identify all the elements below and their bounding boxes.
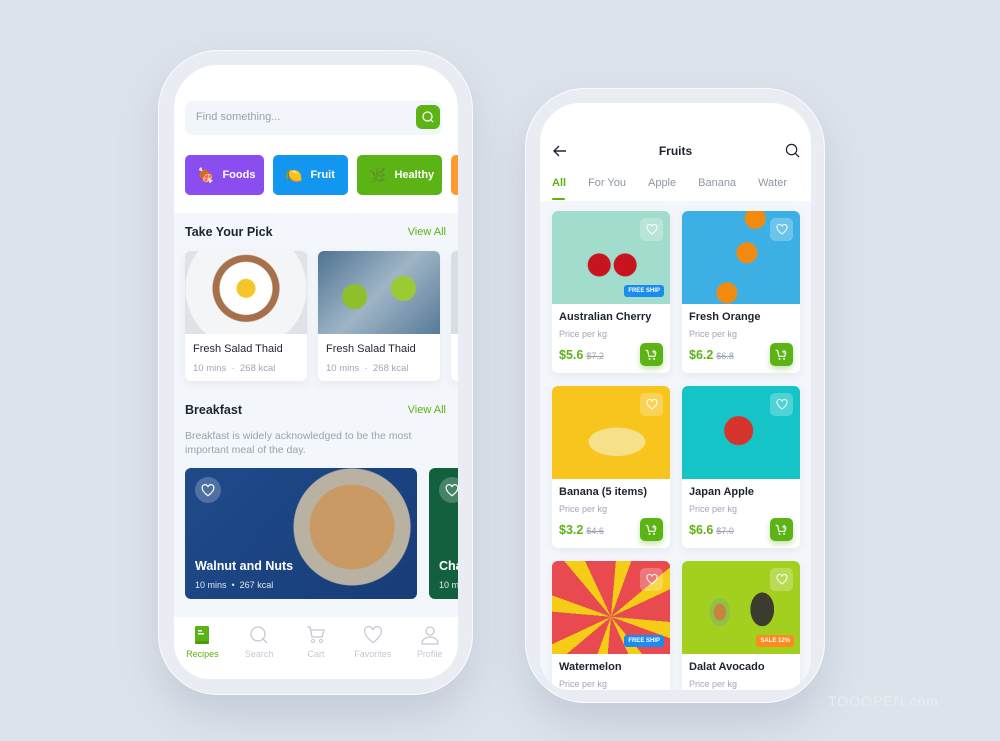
recipe-card-partial[interactable] bbox=[451, 251, 458, 381]
favorite-button[interactable] bbox=[770, 393, 793, 416]
favorite-button[interactable] bbox=[640, 218, 663, 241]
breakfast-card[interactable]: Walnut and Nuts 10 mins • 267 kcal bbox=[185, 468, 417, 599]
product-image: SALE 12% bbox=[682, 561, 800, 654]
view-all-link[interactable]: View All bbox=[408, 404, 446, 416]
search-icon bbox=[250, 626, 268, 644]
heart-icon bbox=[775, 399, 788, 410]
page-title: Fruits bbox=[658, 144, 693, 158]
cart-add-icon bbox=[645, 524, 657, 535]
favorite-button[interactable] bbox=[195, 477, 221, 503]
product-image bbox=[552, 386, 670, 479]
heart-icon bbox=[775, 224, 788, 235]
add-to-cart-button[interactable] bbox=[640, 518, 663, 541]
search-input[interactable]: Find something... bbox=[185, 101, 442, 135]
search-placeholder: Find something... bbox=[196, 111, 281, 123]
header: Fruits All For You Apple Banana Water bbox=[540, 103, 811, 201]
section-title-breakfast: Breakfast bbox=[185, 403, 242, 417]
category-foods[interactable]: 🍖 Foods bbox=[185, 155, 264, 195]
section-title-take-your-pick: Take Your Pick bbox=[185, 225, 273, 239]
tab-banana[interactable]: Banana bbox=[698, 177, 736, 189]
category-more[interactable] bbox=[451, 155, 458, 195]
tab-profile[interactable]: Profile bbox=[404, 625, 456, 679]
product-card[interactable]: Japan Apple Price per kg $6.6 $7.0 bbox=[682, 386, 800, 548]
breakfast-card[interactable]: Cha 10 m bbox=[429, 468, 458, 599]
product-card[interactable]: Banana (5 items) Price per kg $3.2 $4.6 bbox=[552, 386, 670, 548]
bottom-tab-bar: Recipes Search Cart Favorites Profile bbox=[174, 617, 458, 679]
meat-icon: 🍖 bbox=[197, 166, 215, 183]
tab-apple[interactable]: Apple bbox=[648, 177, 676, 189]
recipe-card[interactable]: Fresh Salad Thaid 10 mins · 268 kcal bbox=[185, 251, 307, 381]
heart-icon bbox=[645, 574, 658, 585]
favorite-button[interactable] bbox=[640, 393, 663, 416]
heart-icon bbox=[363, 626, 382, 644]
breakfast-description: Breakfast is widely acknowledged to be t… bbox=[185, 430, 412, 456]
category-fruit[interactable]: 🍋 Fruit bbox=[273, 155, 348, 195]
favorite-button[interactable] bbox=[439, 477, 458, 503]
category-chips: 🍖 Foods 🍋 Fruit 🌿 Healthy bbox=[185, 155, 458, 195]
product-card[interactable]: Fresh Orange Price per kg $6.2 $6.8 bbox=[682, 211, 800, 373]
product-image: FREE SHIP bbox=[552, 561, 670, 654]
product-image bbox=[682, 211, 800, 304]
book-icon bbox=[195, 626, 210, 644]
tab-all[interactable]: All bbox=[552, 177, 566, 200]
product-card[interactable]: SALE 12% Dalat Avocado Price per kg bbox=[682, 561, 800, 690]
recipes-screen: Find something... 🍖 Foods 🍋 Fruit 🌿 Healthy… bbox=[174, 65, 458, 679]
cart-icon bbox=[306, 626, 325, 643]
search-icon[interactable] bbox=[785, 143, 800, 158]
product-card[interactable]: FREE SHIP Watermelon Price per kg bbox=[552, 561, 670, 690]
watermark: TOOOPEN.com bbox=[828, 693, 940, 709]
free-ship-badge: FREE SHIP bbox=[624, 285, 664, 297]
herb-icon: 🌿 bbox=[369, 166, 387, 183]
tab-search[interactable]: Search bbox=[233, 625, 285, 679]
cart-add-icon bbox=[645, 349, 657, 360]
tab-favorites[interactable]: Favorites bbox=[347, 625, 399, 679]
favorite-button[interactable] bbox=[770, 568, 793, 591]
product-image bbox=[682, 386, 800, 479]
heart-icon bbox=[775, 574, 788, 585]
sale-badge: SALE 12% bbox=[756, 635, 794, 647]
add-to-cart-button[interactable] bbox=[770, 343, 793, 366]
fruits-screen: Fruits All For You Apple Banana Water FR… bbox=[540, 103, 811, 690]
heart-icon bbox=[645, 399, 658, 410]
recipe-card[interactable]: Fresh Salad Thaid 10 mins · 268 kcal bbox=[318, 251, 440, 381]
tab-cart[interactable]: Cart bbox=[290, 625, 342, 679]
search-button[interactable] bbox=[416, 105, 440, 129]
add-to-cart-button[interactable] bbox=[770, 518, 793, 541]
recipe-image bbox=[185, 251, 307, 334]
favorite-button[interactable] bbox=[640, 568, 663, 591]
add-to-cart-button[interactable] bbox=[640, 343, 663, 366]
cart-add-icon bbox=[775, 524, 787, 535]
user-icon bbox=[420, 626, 439, 645]
product-card[interactable]: FREE SHIP Australian Cherry Price per kg… bbox=[552, 211, 670, 373]
recipe-image bbox=[318, 251, 440, 334]
filter-tabs: All For You Apple Banana Water bbox=[552, 177, 809, 200]
heart-icon bbox=[201, 483, 215, 496]
cart-add-icon bbox=[775, 349, 787, 360]
lemon-icon: 🍋 bbox=[285, 166, 303, 183]
tab-recipes[interactable]: Recipes bbox=[176, 625, 228, 679]
heart-icon bbox=[445, 483, 458, 496]
search-icon bbox=[422, 111, 434, 123]
category-healthy[interactable]: 🌿 Healthy bbox=[357, 155, 442, 195]
tab-for-you[interactable]: For You bbox=[588, 177, 626, 189]
product-image: FREE SHIP bbox=[552, 211, 670, 304]
heart-icon bbox=[645, 224, 658, 235]
free-ship-badge: FREE SHIP bbox=[624, 635, 664, 647]
view-all-link[interactable]: View All bbox=[408, 226, 446, 238]
favorite-button[interactable] bbox=[770, 218, 793, 241]
tab-watermelon[interactable]: Water bbox=[758, 177, 787, 189]
